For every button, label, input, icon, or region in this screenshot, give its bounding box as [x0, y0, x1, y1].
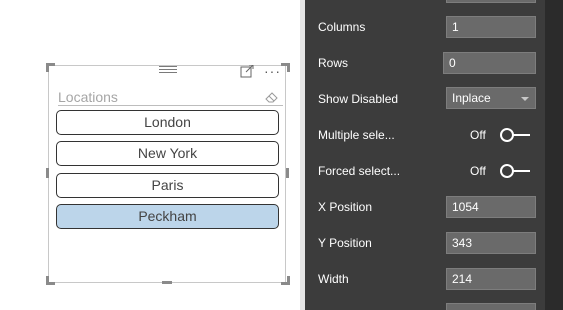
slicer-title: Locations	[58, 89, 118, 105]
toggle-track	[513, 170, 530, 172]
y-position-field[interactable]: 343	[446, 232, 536, 254]
y-position-label: Y Position	[318, 236, 372, 250]
drag-grip-icon[interactable]	[159, 66, 177, 76]
format-pane	[305, 0, 563, 310]
multiple-select-toggle[interactable]	[500, 128, 530, 142]
slicer-header: Locations	[58, 89, 283, 106]
toggle-knob-icon	[500, 164, 514, 178]
multiple-select-state: Off	[470, 128, 486, 142]
resize-handle-right[interactable]	[286, 168, 289, 178]
format-pane-scrollbar[interactable]	[545, 0, 563, 310]
columns-label: Columns	[318, 20, 366, 34]
resize-handle-bottom-left[interactable]	[46, 276, 55, 285]
toggle-track	[513, 134, 530, 136]
forced-select-label: Forced select...	[318, 164, 401, 178]
toggle-knob-icon	[500, 128, 514, 142]
focus-mode-icon[interactable]	[240, 65, 254, 78]
previous-field-partial[interactable]	[446, 0, 536, 3]
eraser-icon[interactable]	[265, 91, 279, 103]
forced-select-state: Off	[470, 164, 486, 178]
resize-handle-top-left[interactable]	[46, 63, 55, 72]
slicer-item-london[interactable]: London	[56, 110, 279, 135]
rows-label: Rows	[318, 56, 349, 70]
slicer-item-paris[interactable]: Paris	[56, 173, 279, 198]
resize-handle-left[interactable]	[46, 168, 49, 178]
x-position-label: X Position	[318, 200, 373, 214]
slicer-item-new-york[interactable]: New York	[56, 141, 279, 166]
columns-field[interactable]: 1	[446, 16, 536, 38]
multiple-select-label: Multiple sele...	[318, 128, 395, 142]
rows-field[interactable]: 0	[443, 52, 536, 74]
show-disabled-label: Show Disabled	[318, 92, 399, 106]
show-disabled-dropdown[interactable]: Inplace	[446, 87, 536, 109]
resize-handle-bottom-right[interactable]	[281, 276, 290, 285]
show-disabled-value: Inplace	[452, 91, 491, 105]
next-field-partial[interactable]	[446, 303, 536, 310]
chevron-down-icon	[521, 97, 529, 101]
resize-handle-bottom[interactable]	[162, 281, 172, 284]
forced-select-toggle[interactable]	[500, 164, 530, 178]
resize-handle-top-right[interactable]	[281, 63, 290, 72]
slicer-item-peckham[interactable]: Peckham	[56, 204, 279, 229]
width-label: Width	[318, 272, 349, 286]
width-field[interactable]: 214	[446, 268, 536, 290]
x-position-field[interactable]: 1054	[446, 196, 536, 218]
more-options-icon[interactable]: ···	[264, 64, 281, 78]
